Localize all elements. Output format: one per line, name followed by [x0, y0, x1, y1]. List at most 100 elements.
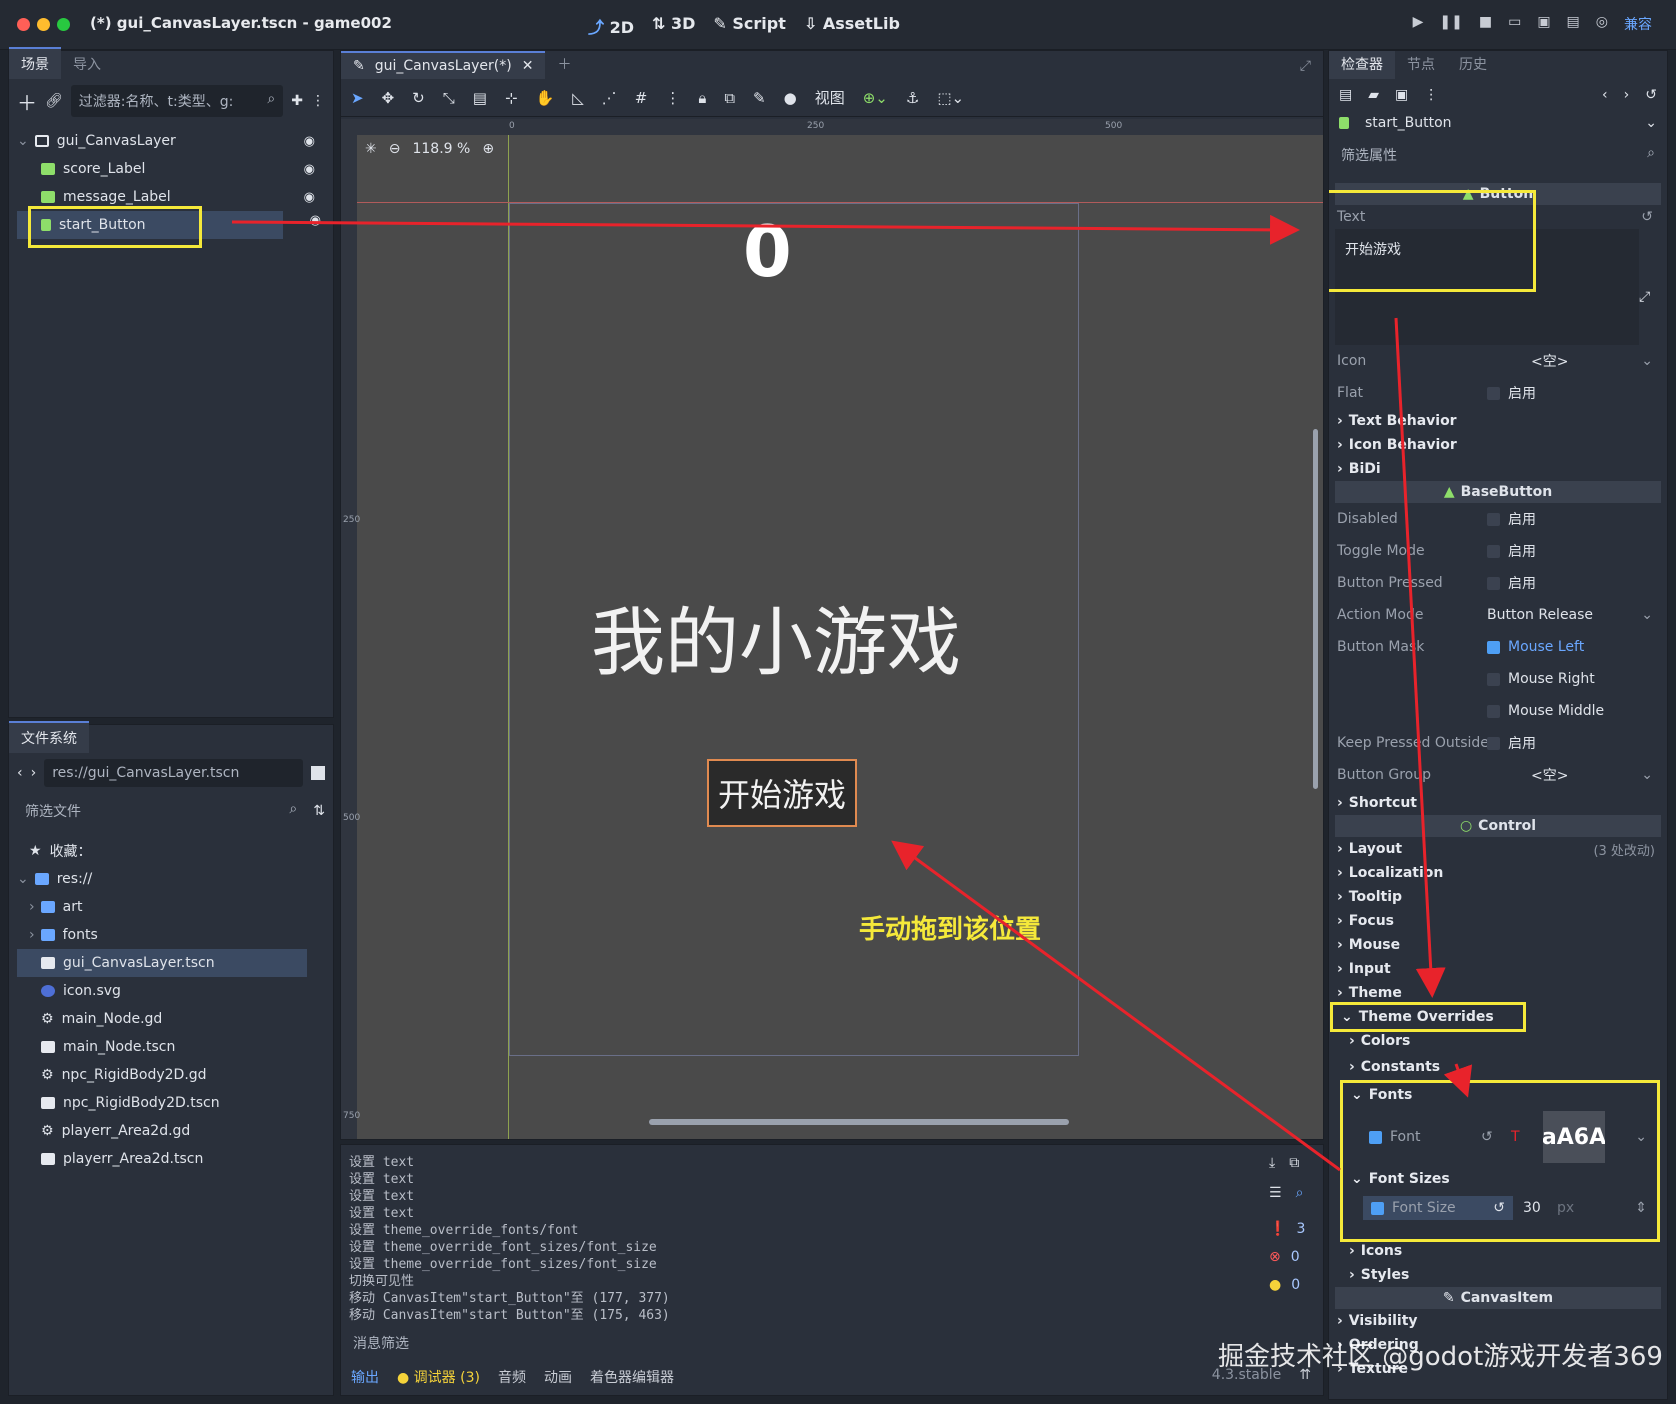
move-tool-icon[interactable]: ✥	[382, 89, 395, 107]
collapse-icon[interactable]: ☰	[1269, 1185, 1282, 1215]
group-bidi[interactable]: › BiDi	[1329, 457, 1667, 481]
tab-output[interactable]: 输出	[351, 1367, 379, 1387]
grid-snap-icon[interactable]: #	[635, 89, 648, 107]
revert-icon[interactable]: ↺	[1481, 1129, 1493, 1145]
back-icon[interactable]: ‹	[17, 765, 23, 781]
tab-shader-editor[interactable]: 着色器编辑器	[590, 1367, 674, 1387]
play-icon[interactable]: ▶	[1413, 14, 1424, 34]
property-filter-input[interactable]: 筛选属性 ⌕	[1333, 139, 1663, 171]
group-icon-behavior[interactable]: › Icon Behavior	[1329, 433, 1667, 457]
workspace-assetlib-button[interactable]: ⇩ AssetLib	[804, 14, 900, 38]
visibility-eye-icon[interactable]: ◉	[304, 190, 315, 205]
tab-audio[interactable]: 音频	[498, 1367, 526, 1387]
tree-node-message-label[interactable]: message_Label ◉	[17, 183, 325, 211]
group-icon[interactable]: ⧉	[724, 89, 735, 107]
play-custom-icon[interactable]: ▤	[1567, 14, 1580, 34]
mouse-middle-checkbox[interactable]	[1487, 704, 1500, 718]
lock-icon[interactable]: 🔒︎	[698, 89, 706, 107]
group-localization[interactable]: › Localization	[1329, 861, 1667, 885]
tab-debugger[interactable]: ● 调试器 (3)	[397, 1367, 480, 1387]
file-item[interactable]: icon.svg	[17, 977, 325, 1005]
file-item[interactable]: gui_CanvasLayer.tscn	[17, 949, 307, 977]
message-filter-input[interactable]: 消息筛选	[345, 1327, 1245, 1359]
search-icon[interactable]: ⌕	[1296, 1185, 1304, 1215]
movie-icon[interactable]: ◎	[1596, 14, 1608, 34]
tab-scene[interactable]: 场景	[9, 47, 61, 79]
bone-icon[interactable]: ✎	[753, 89, 766, 107]
horizontal-scrollbar[interactable]	[649, 1119, 1069, 1125]
file-item[interactable]: ⚙ playerr_Area2d.gd	[17, 1117, 325, 1145]
renderer-select[interactable]: 兼容	[1624, 14, 1652, 34]
group-mouse[interactable]: › Mouse	[1329, 933, 1667, 957]
toggle-mode-checkbox[interactable]	[1487, 544, 1500, 558]
messages-filter-toggle[interactable]: ❗ 3	[1259, 1215, 1321, 1243]
canvas-viewport[interactable]: 0 250 500 250 500 750 ✳ ⊖ 118.9 % ⊕ 0 我的…	[341, 119, 1323, 1139]
history-back-icon[interactable]: ‹	[1602, 87, 1608, 103]
open-resource-icon[interactable]: ▰	[1368, 87, 1379, 103]
font-size-value[interactable]: 30	[1523, 1200, 1541, 1216]
rotate-tool-icon[interactable]: ↻	[412, 89, 425, 107]
resource-menu-icon[interactable]: ⋮	[1424, 87, 1438, 103]
mouse-left-checkbox[interactable]	[1487, 640, 1500, 654]
flat-checkbox[interactable]	[1487, 386, 1500, 400]
group-font-sizes[interactable]: ⌄ Font Sizes	[1343, 1167, 1657, 1191]
path-input[interactable]: res://gui_CanvasLayer.tscn	[44, 759, 303, 787]
tab-filesystem[interactable]: 文件系统	[9, 721, 89, 753]
tree-node-score-label[interactable]: score_Label ◉	[17, 155, 325, 183]
group-styles[interactable]: › Styles	[1329, 1263, 1667, 1287]
file-item[interactable]: playerr_Area2d.tscn	[17, 1145, 325, 1173]
chevron-down-icon[interactable]: ⌄	[1641, 767, 1653, 783]
spinner-icon[interactable]: ⇕	[1635, 1200, 1647, 1216]
visibility-eye-icon[interactable]: ◉	[304, 134, 315, 149]
file-item[interactable]: main_Node.tscn	[17, 1033, 325, 1061]
workspace-script-button[interactable]: ✎ Script	[713, 14, 785, 38]
disabled-checkbox[interactable]	[1487, 512, 1500, 526]
object-history-icon[interactable]: ↺	[1645, 87, 1657, 103]
distraction-free-icon[interactable]: ⤢	[1288, 53, 1323, 79]
icon-value[interactable]: <空>	[1531, 351, 1568, 371]
layout-toggle-icon[interactable]	[311, 766, 325, 780]
camera-override-icon[interactable]: ●	[784, 89, 797, 107]
group-layout[interactable]: › Layout (3 处改动)	[1329, 837, 1667, 861]
group-text-behavior[interactable]: › Text Behavior	[1329, 409, 1667, 433]
font-override-checkbox[interactable]	[1369, 1130, 1382, 1144]
file-item[interactable]: ⚙ npc_RigidBody2D.gd	[17, 1061, 325, 1089]
font-size-override-checkbox[interactable]	[1371, 1201, 1384, 1215]
copy-icon[interactable]: ⧉	[1289, 1155, 1299, 1185]
play-scene-icon[interactable]: ▣	[1537, 14, 1550, 34]
vertical-scrollbar[interactable]	[1313, 429, 1318, 789]
file-item[interactable]: npc_RigidBody2D.tscn	[17, 1089, 325, 1117]
anchor-icon[interactable]: ⚓	[906, 89, 919, 107]
tab-gui-canvaslayer[interactable]: ✎ gui_CanvasLayer(*) ✕	[341, 51, 546, 79]
group-constants[interactable]: › Constants	[1329, 1053, 1667, 1081]
stop-icon[interactable]: ■	[1479, 14, 1492, 34]
close-window-button[interactable]	[17, 18, 30, 31]
errors-filter-toggle[interactable]: ⊗ 0	[1259, 1243, 1321, 1271]
tab-animation[interactable]: 动画	[544, 1367, 572, 1387]
clear-log-icon[interactable]: ⤓	[1269, 1155, 1275, 1185]
workspace-3d-button[interactable]: ⇅ 3D	[652, 14, 695, 38]
revert-icon[interactable]: ↺	[1493, 1200, 1505, 1216]
zoom-in-icon[interactable]: ⊕	[482, 141, 494, 157]
button-pressed-checkbox[interactable]	[1487, 576, 1500, 590]
file-item[interactable]: ⚙ main_Node.gd	[17, 1005, 325, 1033]
group-fonts[interactable]: ⌄ Fonts	[1343, 1083, 1657, 1107]
action-mode-select[interactable]: Button Release	[1487, 607, 1593, 623]
remote-debug-icon[interactable]: ▭	[1508, 14, 1521, 34]
layout-presets-icon[interactable]: ⬚⌄	[937, 89, 964, 107]
menu-icon[interactable]: ⋮	[311, 93, 325, 109]
revert-icon[interactable]: ↺	[1641, 209, 1653, 225]
list-select-icon[interactable]: ▤	[473, 89, 487, 107]
smart-snap-icon[interactable]: ⋰	[602, 89, 617, 107]
start-button-preview[interactable]: 开始游戏	[707, 759, 857, 827]
group-visibility[interactable]: › Visibility	[1329, 1309, 1667, 1333]
expand-editor-icon[interactable]: ⤢	[1639, 289, 1650, 305]
group-input[interactable]: › Input	[1329, 957, 1667, 981]
group-theme-overrides[interactable]: ⌄ Theme Overrides	[1330, 1002, 1526, 1032]
pivot-tool-icon[interactable]: ⊹	[505, 89, 518, 107]
attach-script-icon[interactable]: ✚	[291, 93, 303, 109]
pan-tool-icon[interactable]: ✋	[536, 89, 555, 107]
tab-node[interactable]: 节点	[1395, 51, 1447, 79]
maximize-window-button[interactable]	[57, 18, 70, 31]
save-resource-icon[interactable]: ▣	[1395, 87, 1408, 103]
